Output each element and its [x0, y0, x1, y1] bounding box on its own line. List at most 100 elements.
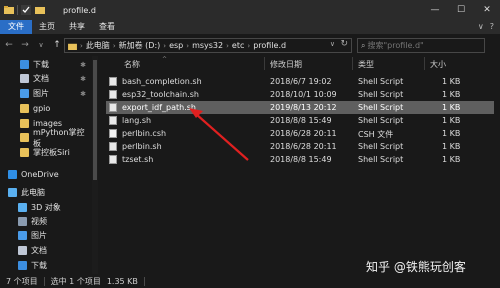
sidebar-item[interactable]: 文档 — [0, 244, 92, 257]
folder-quick-icon[interactable] — [35, 5, 45, 15]
column-header-type[interactable]: 类型 — [358, 59, 374, 70]
file-modified: 2018/6/28 20:11 — [270, 142, 337, 151]
file-list: 名称 ^ 修改日期 类型 大小 bash_completion.sh 2018/6… — [98, 56, 500, 274]
checkmark-icon[interactable] — [21, 5, 31, 15]
sidebar-item[interactable]: 图片 ✱ — [0, 87, 92, 100]
status-item-count: 7 个项目 — [6, 276, 38, 286]
sidebar-item-label: 图片 — [31, 231, 47, 240]
expand-ribbon-icon[interactable]: ∨ — [478, 22, 484, 31]
pin-icon: ✱ — [80, 89, 86, 98]
sidebar-item[interactable]: 文档 ✱ — [0, 72, 92, 85]
search-input[interactable] — [367, 41, 478, 50]
up-arrow-icon[interactable]: ↑ — [50, 38, 64, 52]
file-size: 1 KB — [442, 90, 461, 99]
chevron-down-icon[interactable]: ∨ — [34, 38, 48, 52]
file-type: Shell Script — [358, 155, 404, 164]
file-row[interactable]: perlbin.csh 2018/6/28 20:11 CSH 文件 1 KB — [106, 127, 494, 140]
sidebar-item[interactable]: 视频 — [0, 215, 92, 228]
search-box[interactable]: ⌕ — [357, 38, 485, 53]
navigation-bar: ← → ∨ ↑ › 此电脑 › 新加卷 (D:) › esp › msys32 … — [0, 34, 500, 56]
file-modified: 2018/6/28 20:11 — [270, 129, 337, 138]
search-icon: ⌕ — [361, 40, 366, 50]
file-size: 1 KB — [442, 77, 461, 86]
file-row[interactable]: perlbin.sh 2018/6/28 20:11 Shell Script 1 K… — [106, 140, 494, 153]
tab-view[interactable]: 查看 — [92, 20, 122, 34]
sidebar-item-label: 3D 对象 — [31, 203, 61, 212]
sidebar-item[interactable]: 此电脑 — [0, 186, 92, 199]
sidebar-item-label: 视频 — [31, 217, 47, 226]
sidebar-item-label: 图片 — [33, 89, 49, 98]
file-type: Shell Script — [358, 116, 404, 125]
sidebar-item[interactable]: 3D 对象 — [0, 201, 92, 214]
tab-home[interactable]: 主页 — [32, 20, 62, 34]
file-row[interactable]: lang.sh 2018/8/8 15:49 Shell Script 1 KB — [106, 114, 494, 127]
refresh-icon[interactable]: ↻ — [340, 39, 348, 49]
tab-share[interactable]: 共享 — [62, 20, 92, 34]
title-separator — [17, 5, 18, 15]
column-header-modified[interactable]: 修改日期 — [270, 59, 302, 70]
pin-icon: ✱ — [80, 74, 86, 83]
close-button[interactable]: ✕ — [474, 0, 500, 20]
ribbon-tabs: 文件 主页 共享 查看 ∨ ? — [0, 20, 500, 34]
file-type: CSH 文件 — [358, 130, 394, 139]
breadcrumb-drive-d[interactable]: 新加卷 (D:) — [119, 40, 161, 51]
file-row[interactable]: esp32_toolchain.sh 2018/10/1 10:09 Shell S… — [106, 88, 494, 101]
picture-icon — [18, 231, 27, 240]
breadcrumb-msys32[interactable]: msys32 — [192, 41, 223, 50]
sidebar-item[interactable]: gpio — [0, 102, 92, 115]
file-row[interactable]: bash_completion.sh 2018/6/7 19:02 Shell Sc… — [106, 75, 494, 88]
script-file-icon — [109, 155, 117, 164]
sidebar-item-label: OneDrive — [21, 170, 59, 179]
help-icon[interactable]: ? — [490, 22, 494, 31]
file-modified: 2019/8/13 20:12 — [270, 103, 337, 112]
sidebar-item[interactable]: 图片 — [0, 229, 92, 242]
3d-objects-icon — [18, 203, 27, 212]
column-header-size[interactable]: 大小 — [430, 59, 446, 70]
forward-arrow-icon[interactable]: → — [18, 38, 32, 52]
sidebar-item[interactable]: 下载 — [0, 259, 92, 272]
sidebar-item[interactable]: mPython掌控板 — [0, 128, 92, 148]
onedrive-icon — [8, 170, 17, 179]
picture-icon — [20, 89, 29, 98]
computer-icon — [8, 188, 17, 197]
sidebar-item-label: gpio — [33, 104, 51, 113]
script-file-icon — [109, 103, 117, 112]
sidebar-item[interactable]: OneDrive — [0, 168, 92, 181]
file-type: Shell Script — [358, 142, 404, 151]
sidebar-item[interactable]: 掌控板Siri — [0, 146, 92, 159]
script-file-icon — [109, 142, 117, 151]
column-header-row: 名称 ^ 修改日期 类型 大小 — [98, 56, 500, 71]
file-row[interactable]: export_idf_path.sh 2019/8/13 20:12 Shell S… — [106, 101, 494, 114]
breadcrumb-profile-d[interactable]: profile.d — [253, 41, 286, 50]
sidebar-item[interactable]: 下载 ✱ — [0, 58, 92, 71]
file-size: 1 KB — [442, 155, 461, 164]
address-dropdown-icon[interactable]: ∨ — [330, 40, 335, 48]
file-row[interactable]: tzset.sh 2018/8/8 15:49 Shell Script 1 KB — [106, 153, 494, 166]
sort-caret-icon: ^ — [162, 56, 168, 63]
breadcrumb-etc[interactable]: etc — [232, 41, 244, 50]
file-size: 1 KB — [442, 129, 461, 138]
breadcrumb-this-pc[interactable]: 此电脑 — [86, 40, 110, 51]
minimize-button[interactable]: — — [422, 0, 448, 20]
sidebar-item-label: 文档 — [33, 74, 49, 83]
sidebar-item-label: 下载 — [31, 261, 47, 270]
scrollbar-thumb[interactable] — [93, 60, 97, 180]
download-icon — [18, 261, 27, 270]
watermark: 知乎 @铁熊玩创客 — [366, 260, 466, 274]
sidebar-item-label: 下载 — [33, 60, 49, 69]
pin-icon: ✱ — [80, 60, 86, 69]
breadcrumb-esp[interactable]: esp — [169, 41, 183, 50]
file-modified: 2018/10/1 10:09 — [270, 90, 337, 99]
folder-icon — [20, 119, 29, 128]
script-file-icon — [109, 116, 117, 125]
csh-file-icon — [109, 129, 117, 138]
column-header-name[interactable]: 名称 — [124, 59, 140, 70]
file-modified: 2018/6/7 19:02 — [270, 77, 332, 86]
tab-file[interactable]: 文件 — [0, 20, 32, 34]
maximize-button[interactable]: ☐ — [448, 0, 474, 20]
back-arrow-icon[interactable]: ← — [2, 38, 16, 52]
script-file-icon — [109, 77, 117, 86]
file-type: Shell Script — [358, 77, 404, 86]
file-name: perlbin.sh — [122, 142, 162, 151]
address-bar[interactable]: › 此电脑 › 新加卷 (D:) › esp › msys32 › etc › … — [64, 38, 352, 53]
